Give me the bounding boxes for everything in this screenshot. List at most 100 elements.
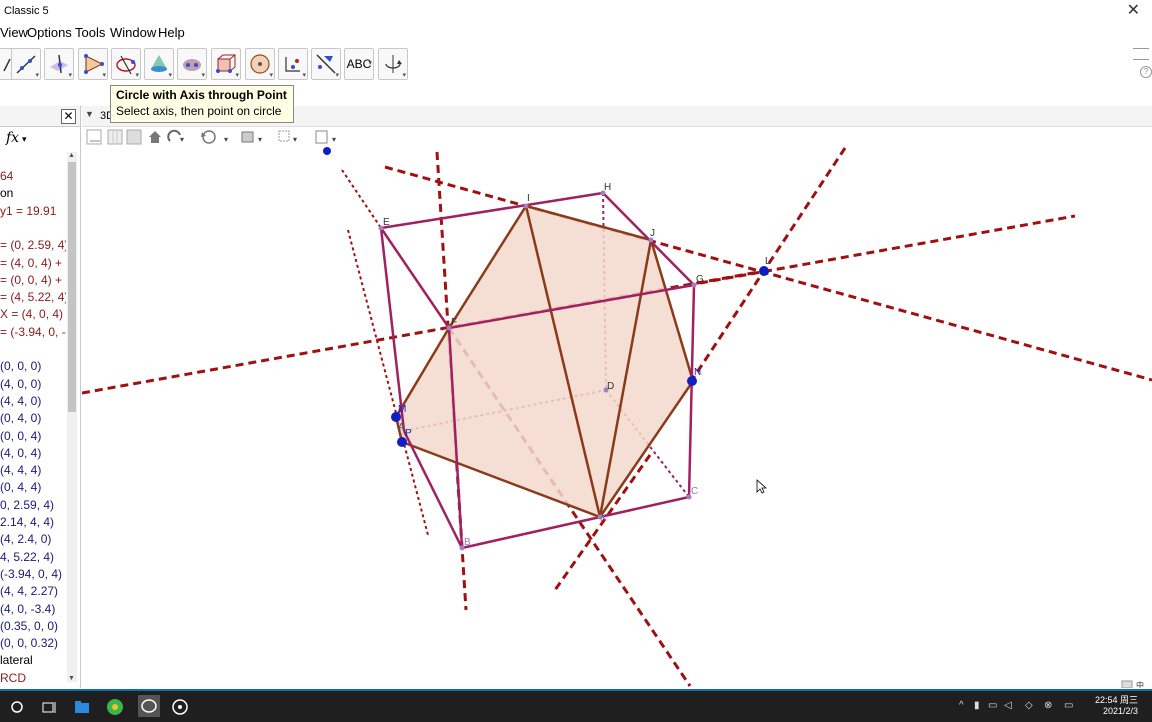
label-n: N [694, 367, 701, 378]
file-explorer-icon[interactable] [73, 698, 91, 716]
ime-indicator[interactable]: 中 [1136, 680, 1144, 690]
chrome-icon[interactable] [106, 698, 124, 716]
label-f: F [451, 317, 457, 328]
dashed-line [699, 214, 1076, 285]
algebra-item[interactable]: 4, 5.22, 4) [0, 550, 66, 567]
point-l[interactable] [759, 266, 769, 276]
algebra-item[interactable]: X = (4, 0, 4) + [0, 307, 66, 324]
algebra-item[interactable]: (0, 0, 0.32) [0, 636, 66, 653]
tray-icon[interactable]: ▭ [1064, 700, 1073, 711]
menu-options[interactable]: Options [27, 25, 72, 40]
algebra-item[interactable]: (0.35, 0, 0) [0, 619, 66, 636]
dotted-line [341, 169, 382, 229]
algebra-item[interactable]: (4, 4, 4) [0, 463, 66, 480]
circle-with-axis-icon [116, 55, 136, 75]
text-tool[interactable]: ABC ▾ [344, 48, 374, 80]
algebra-item[interactable]: 0, 2.59, 4) [0, 498, 66, 515]
circle-icon [250, 54, 270, 74]
perpendicular-line-tool[interactable]: ▾ [44, 48, 74, 80]
label-b: B [464, 537, 471, 548]
scene-svg: E H G F B C D I J K L M N P A 中 [81, 147, 1152, 690]
network-icon[interactable]: ▭ [988, 700, 997, 711]
menu-help[interactable]: Help [158, 25, 185, 40]
start-icon[interactable] [8, 698, 26, 716]
label-g: G [696, 274, 704, 285]
settings-icon[interactable]: ◇ [1025, 700, 1033, 711]
fx-label: fx [6, 130, 20, 146]
menu-window[interactable]: Window [110, 25, 156, 40]
line-tool[interactable]: ▾ [11, 48, 41, 80]
algebra-item[interactable]: (0, 4, 4) [0, 480, 66, 497]
geogebra-classic-icon[interactable] [171, 698, 189, 716]
menu-tools[interactable]: Tools [75, 25, 105, 40]
algebra-item[interactable] [0, 221, 66, 238]
algebra-item[interactable]: (4, 4, 2.27) [0, 584, 66, 601]
scrollbar-thumb[interactable] [68, 162, 76, 412]
perpendicular-line-icon [50, 54, 68, 74]
algebra-view: ✕ fx ▾ 64 on y1 = 19.91 = (0, 2.59, 4) = (4,… [0, 106, 81, 688]
cone-icon [151, 55, 167, 72]
algebra-item[interactable]: RCD [0, 671, 66, 688]
algebra-header: ✕ [0, 106, 80, 127]
volume-icon[interactable]: ◁ [1004, 700, 1012, 711]
keyboard-icon[interactable] [1121, 680, 1133, 689]
algebra-item[interactable]: (0, 4, 0) [0, 411, 66, 428]
algebra-item[interactable]: (4, 0, -3.4) [0, 602, 66, 619]
algebra-item[interactable]: = (0, 0, 4) + [0, 273, 66, 290]
algebra-item[interactable]: lateral [0, 653, 66, 670]
label-i: I [527, 193, 530, 204]
algebra-scrollbar[interactable]: ▲ ▼ [67, 152, 77, 682]
close-icon[interactable]: ✕ [61, 109, 76, 124]
algebra-item[interactable]: (0, 0, 4) [0, 429, 66, 446]
angle-tool[interactable]: ▾ [278, 48, 308, 80]
algebra-item[interactable]: (0, 0, 0) [0, 359, 66, 376]
graphics-3d-view[interactable]: E H G F B C D I J K L M N P A 中 [81, 128, 1152, 690]
rotate-view-tool[interactable]: ▾ [378, 48, 408, 80]
fx-icon[interactable]: fx ▾ [6, 130, 26, 146]
perspectives-icon[interactable] [1133, 48, 1149, 60]
label-h: H [604, 182, 611, 193]
label-a: A [398, 422, 405, 433]
algebra-item[interactable]: (4, 2.4, 0) [0, 532, 66, 549]
algebra-item[interactable]: = (4, 5.22, 4) [0, 290, 66, 307]
sphere-tool[interactable]: ▾ [177, 48, 207, 80]
microphone-icon[interactable]: ▮ [974, 700, 980, 711]
algebra-item[interactable]: = (4, 0, 4) + [0, 256, 66, 273]
geogebra-icon[interactable] [138, 695, 160, 717]
reflect-tool[interactable]: ▾ [311, 48, 341, 80]
algebra-item[interactable]: = (-3.94, 0, - [0, 325, 66, 342]
ime-icon[interactable]: ⊗ [1044, 700, 1052, 711]
rotate-view-icon [385, 55, 402, 73]
title-bar: Classic 5 ✕ [0, 0, 1152, 22]
cone-tool[interactable]: ▾ [144, 48, 174, 80]
toolbar: ▾ ▾ ▾ ▾ ▾ ▾ ▾ ▾ ▾ ▾ ▾ ABC▾ ▾ ? [0, 46, 1152, 85]
algebra-item[interactable] [0, 342, 66, 359]
algebra-item[interactable]: on [0, 186, 66, 203]
cube-tool[interactable]: ▾ [211, 48, 241, 80]
polygon-tool[interactable]: ▾ [78, 48, 108, 80]
algebra-item[interactable]: 64 [0, 169, 66, 186]
algebra-item[interactable]: = (0, 2.59, 4) [0, 238, 66, 255]
algebra-item[interactable]: (4, 0, 4) [0, 446, 66, 463]
circle-tool[interactable]: ▾ [245, 48, 275, 80]
help-icon[interactable]: ? [1140, 66, 1152, 78]
clock[interactable]: 22:54 周三 2021/2/3 [1095, 695, 1138, 717]
point-offscreen[interactable] [323, 147, 331, 155]
cube-edge [687, 284, 696, 498]
algebra-item[interactable]: y1 = 19.91 [0, 204, 66, 221]
line-icon [16, 55, 36, 74]
chevron-up-icon[interactable]: ^ [959, 700, 964, 711]
algebra-item[interactable]: (4, 0, 0) [0, 377, 66, 394]
collapse-icon[interactable]: ▼ [85, 109, 94, 119]
label-p: P [405, 428, 412, 439]
window-close-icon[interactable]: ✕ [1127, 0, 1140, 20]
algebra-item[interactable]: (4, 4, 0) [0, 394, 66, 411]
algebra-item[interactable]: (-3.94, 0, 4) [0, 567, 66, 584]
circle-with-axis-tool[interactable]: ▾ [111, 48, 141, 80]
menu-view[interactable]: View [0, 25, 28, 40]
tooltip-title: Circle with Axis through Point [116, 88, 287, 102]
label-l: L [765, 256, 771, 267]
window-title: Classic 5 [4, 5, 49, 17]
algebra-item[interactable]: 2.14, 4, 4) [0, 515, 66, 532]
task-view-icon[interactable] [40, 698, 58, 716]
